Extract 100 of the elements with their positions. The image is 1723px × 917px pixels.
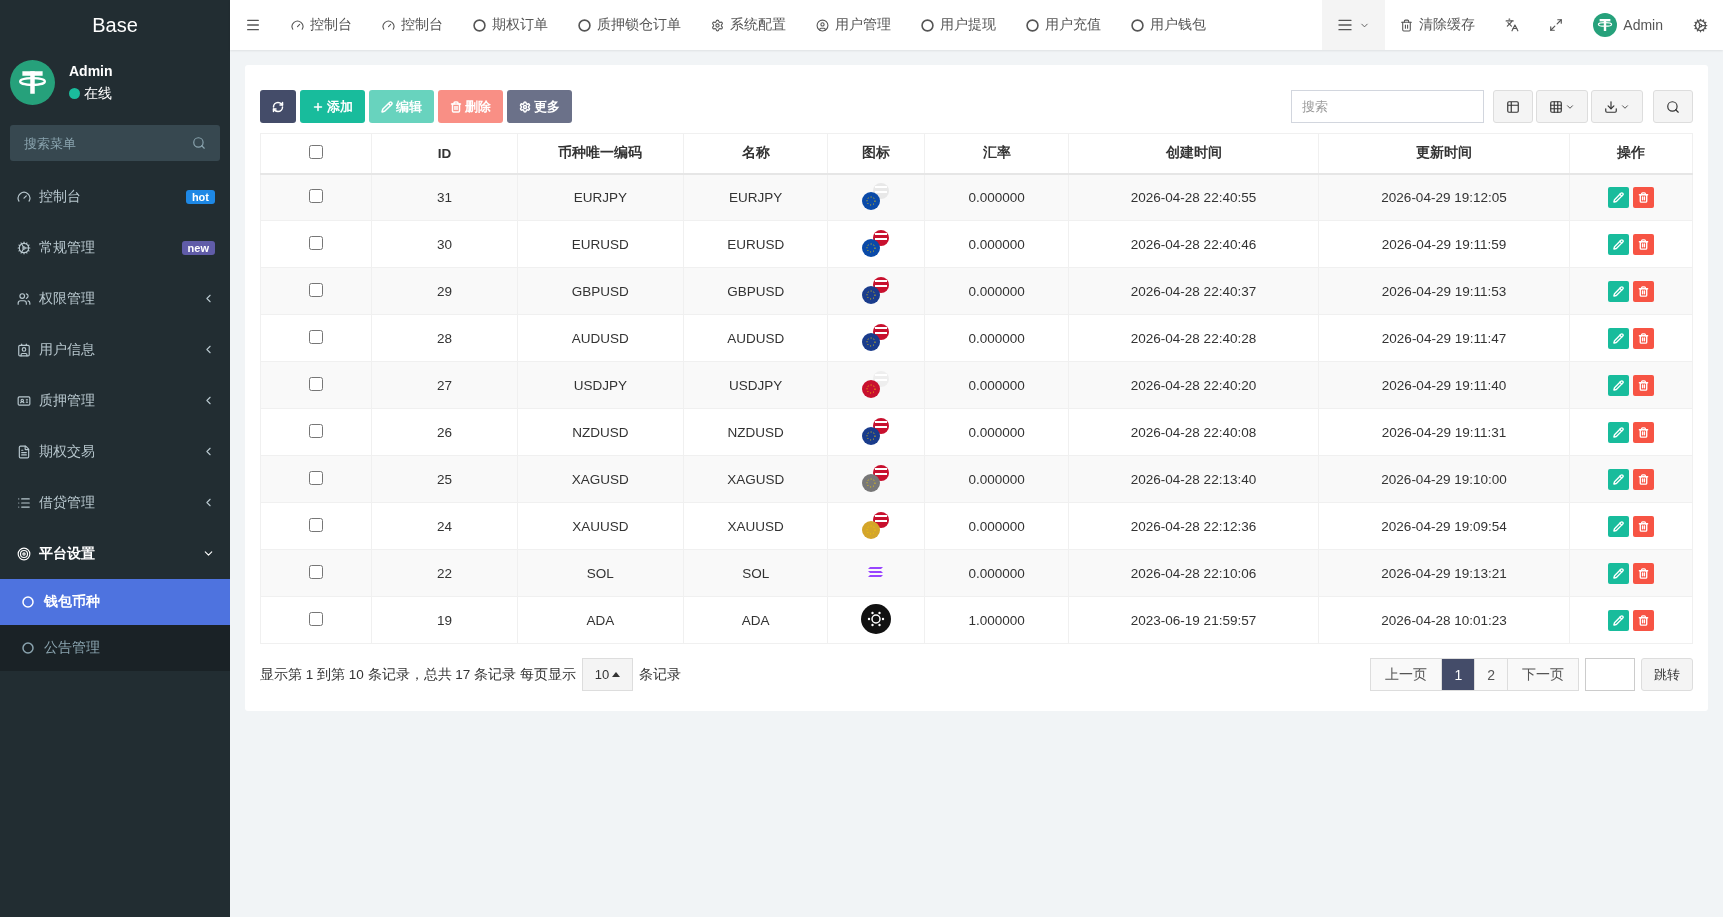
table-cell: 2026-04-28 22:40:37 bbox=[1068, 267, 1319, 315]
toggle-view-button[interactable] bbox=[1493, 90, 1533, 123]
table-cell: ADA bbox=[517, 596, 684, 644]
page-button[interactable]: 1 bbox=[1441, 658, 1476, 691]
table-cell: 2026-04-29 19:13:21 bbox=[1318, 549, 1570, 597]
sidebar-item[interactable]: 平台设置 bbox=[0, 528, 230, 579]
column-header[interactable]: 操作 bbox=[1569, 133, 1693, 174]
nav-tab[interactable]: 系统配置 bbox=[696, 0, 801, 50]
row-checkbox[interactable] bbox=[309, 376, 324, 391]
sidebar-item[interactable]: 常规管理 new bbox=[0, 222, 230, 273]
table-cell: GBPUSD bbox=[683, 267, 828, 315]
sidebar-subitem[interactable]: 公告管理 bbox=[0, 625, 230, 671]
page-input-field[interactable] bbox=[1585, 658, 1635, 691]
search-button[interactable] bbox=[1653, 90, 1693, 123]
records-info: 显示第 1 到第 10 条记录，总共 17 条记录 每页显示 bbox=[260, 665, 576, 684]
table-cell: 2026-04-29 19:10:00 bbox=[1318, 455, 1570, 503]
row-checkbox[interactable] bbox=[309, 282, 324, 297]
menu-badge: hot bbox=[185, 189, 215, 204]
nav-tab[interactable]: 期权订单 bbox=[458, 0, 563, 50]
delete-button[interactable] bbox=[1633, 327, 1654, 349]
user-menu[interactable]: Admin bbox=[1578, 0, 1678, 50]
delete-button[interactable] bbox=[1633, 609, 1654, 631]
edit-button[interactable] bbox=[1608, 374, 1629, 396]
nav-tab[interactable]: 用户管理 bbox=[801, 0, 906, 50]
edit-button[interactable] bbox=[1608, 280, 1629, 302]
row-checkbox[interactable] bbox=[309, 564, 324, 579]
row-checkbox[interactable] bbox=[309, 188, 324, 203]
export-button[interactable] bbox=[1591, 90, 1643, 123]
file-icon bbox=[17, 444, 31, 459]
column-header[interactable]: 更新时间 bbox=[1318, 133, 1570, 174]
clear-cache-button[interactable]: 清除缓存 bbox=[1385, 0, 1491, 50]
table-cell: AUDUSD bbox=[517, 314, 684, 362]
app-logo[interactable]: Base bbox=[0, 0, 230, 50]
table-cell: 2026-04-28 22:10:06 bbox=[1068, 549, 1319, 597]
delete-button[interactable] bbox=[1633, 280, 1654, 302]
sidebar-subitem[interactable]: 钱包币种 bbox=[0, 579, 230, 625]
edit-button[interactable] bbox=[1608, 233, 1629, 255]
row-checkbox[interactable] bbox=[309, 329, 324, 344]
page-button[interactable]: 2 bbox=[1474, 658, 1508, 691]
sidebar-item[interactable]: 用户信息 bbox=[0, 324, 230, 375]
table-cell: EURJPY bbox=[517, 173, 684, 221]
page-size-dropdown[interactable]: 10 bbox=[581, 658, 634, 691]
delete-button[interactable] bbox=[1633, 374, 1654, 396]
nav-tab[interactable]: 控制台 bbox=[367, 0, 458, 50]
row-checkbox[interactable] bbox=[309, 470, 324, 485]
settings-icon bbox=[711, 18, 724, 32]
column-header[interactable]: 名称 bbox=[683, 133, 828, 174]
column-header[interactable]: 汇率 bbox=[924, 133, 1069, 174]
sidebar-item[interactable]: 控制台 hot bbox=[0, 171, 230, 222]
edit-button[interactable] bbox=[1608, 562, 1629, 584]
search-icon bbox=[1666, 99, 1680, 114]
nav-tab[interactable]: 控制台 bbox=[276, 0, 367, 50]
delete-button[interactable] bbox=[1633, 562, 1654, 584]
row-checkbox[interactable] bbox=[309, 611, 324, 626]
table-cell: 2026-04-29 19:09:54 bbox=[1318, 502, 1570, 550]
prev-page-button[interactable]: 上一页 bbox=[1370, 658, 1443, 691]
refresh-button[interactable] bbox=[260, 90, 296, 123]
table-cell: 22 bbox=[371, 549, 518, 597]
sidebar-item[interactable]: 期权交易 bbox=[0, 426, 230, 477]
edit-button[interactable] bbox=[1608, 609, 1629, 631]
edit-button[interactable] bbox=[1608, 515, 1629, 537]
next-page-button[interactable]: 下一页 bbox=[1507, 658, 1579, 691]
columns-button[interactable] bbox=[1536, 90, 1588, 123]
table-cell: 0.000000 bbox=[924, 549, 1069, 597]
table-cell: 2026-04-29 19:11:31 bbox=[1318, 408, 1570, 456]
edit-button[interactable] bbox=[1608, 327, 1629, 349]
row-checkbox[interactable] bbox=[309, 423, 324, 438]
row-checkbox[interactable] bbox=[309, 517, 324, 532]
column-header[interactable]: 图标 bbox=[828, 133, 925, 174]
delete-button[interactable] bbox=[1633, 468, 1654, 490]
table-cell: 2026-04-28 22:40:28 bbox=[1068, 314, 1319, 362]
column-header[interactable]: 币种唯一编码 bbox=[517, 133, 684, 174]
edit-button[interactable] bbox=[1608, 468, 1629, 490]
edit-button[interactable] bbox=[1608, 421, 1629, 443]
sidebar-item[interactable]: 权限管理 bbox=[0, 273, 230, 324]
delete-button[interactable] bbox=[1633, 421, 1654, 443]
menu-search-field[interactable]: 搜索菜单 bbox=[10, 125, 220, 161]
table-cell: GBPUSD bbox=[517, 267, 684, 315]
jump-button[interactable]: 跳转 bbox=[1641, 658, 1693, 691]
more-button[interactable]: 更多 bbox=[507, 90, 572, 123]
nav-tab[interactable]: 用户充值 bbox=[1011, 0, 1116, 50]
sidebar-item[interactable]: 借贷管理 bbox=[0, 477, 230, 528]
delete-button[interactable] bbox=[1633, 515, 1654, 537]
column-header[interactable]: 创建时间 bbox=[1068, 133, 1319, 174]
trash-icon bbox=[1638, 285, 1649, 297]
search-field[interactable]: 搜索 bbox=[1291, 90, 1484, 123]
nav-tab[interactable]: 用户提现 bbox=[906, 0, 1011, 50]
sidebar-item[interactable]: 质押管理 bbox=[0, 375, 230, 426]
nav-tab[interactable]: 质押锁仓订单 bbox=[563, 0, 696, 50]
pencil-icon bbox=[1613, 614, 1624, 626]
edit-button[interactable] bbox=[1608, 186, 1629, 208]
table-cell: SOL bbox=[517, 549, 684, 597]
nav-tab[interactable]: 用户钱包 bbox=[1116, 0, 1221, 50]
table-cell: AUDUSD bbox=[683, 314, 828, 362]
delete-button[interactable] bbox=[1633, 233, 1654, 255]
select-all-checkbox[interactable] bbox=[309, 144, 324, 159]
row-checkbox[interactable] bbox=[309, 235, 324, 250]
circle-icon bbox=[1131, 18, 1144, 32]
delete-button[interactable] bbox=[1633, 186, 1654, 208]
column-header[interactable]: ID bbox=[371, 133, 518, 174]
